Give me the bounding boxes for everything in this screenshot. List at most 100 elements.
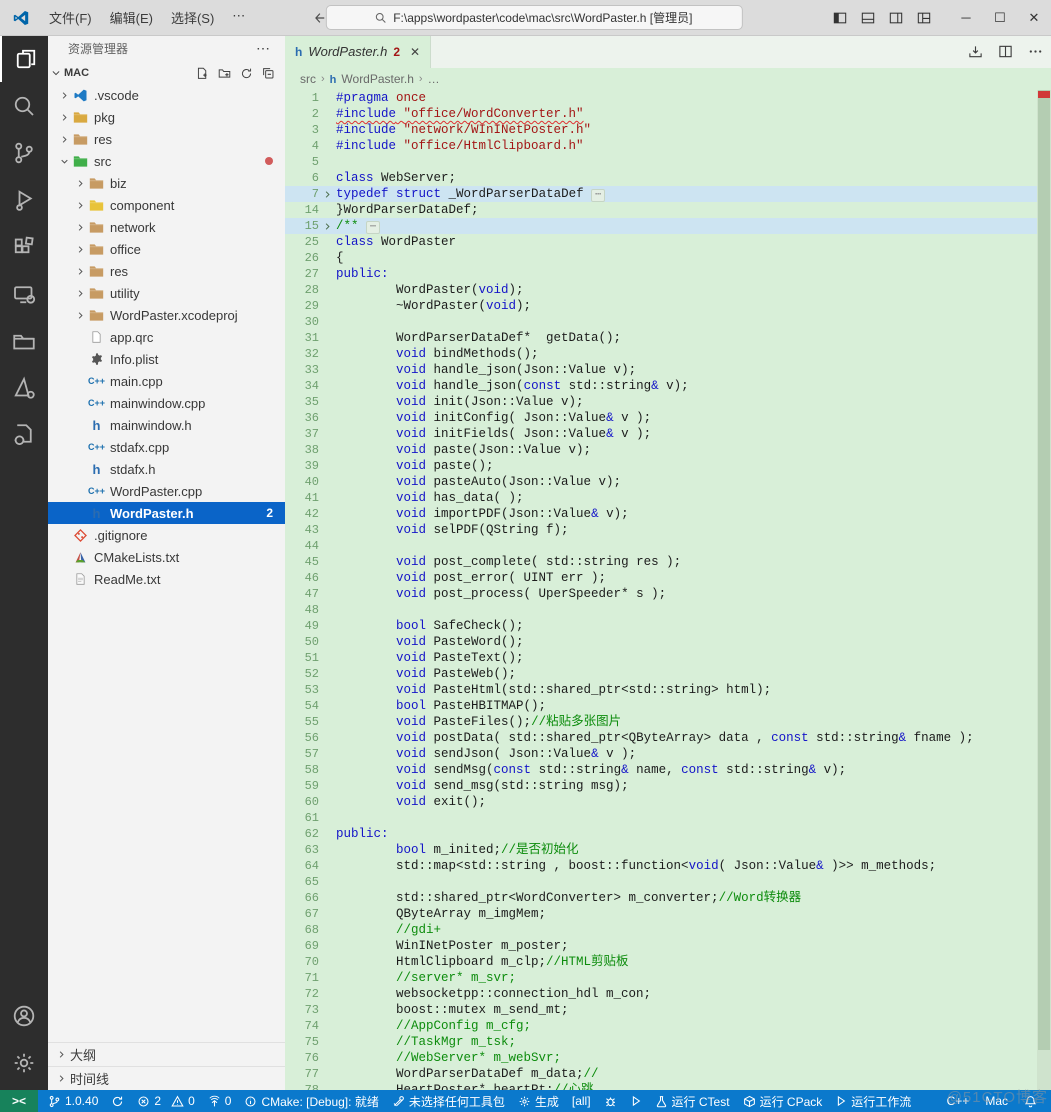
activity-explorer-icon[interactable] bbox=[0, 35, 50, 82]
status-cmake-status[interactable]: CMake: [Debug]: 就绪 bbox=[244, 1093, 378, 1110]
back-icon[interactable] bbox=[312, 11, 326, 25]
tree-item-biz[interactable]: biz bbox=[48, 172, 285, 194]
tree-item-mainwindow-h[interactable]: hmainwindow.h bbox=[48, 414, 285, 436]
breadcrumb[interactable]: src›hWordPaster.h›… bbox=[285, 68, 1037, 90]
new-file-icon[interactable] bbox=[196, 67, 209, 80]
activity-run-debug-icon[interactable] bbox=[0, 176, 48, 223]
code-editor[interactable]: 1#pragma once2#include "office/WordConve… bbox=[285, 90, 1037, 1090]
gear-dark-icon bbox=[88, 351, 105, 367]
fold-spacer bbox=[319, 842, 336, 858]
download-icon[interactable] bbox=[968, 44, 983, 59]
editor-scrollbar[interactable] bbox=[1037, 90, 1051, 1090]
code-text: bool m_inited;//是否初始化 bbox=[336, 842, 1037, 858]
tree-item-wordpaster-cpp[interactable]: C++WordPaster.cpp bbox=[48, 480, 285, 502]
fold-spacer bbox=[319, 826, 336, 842]
menu-item[interactable]: 选择(S) bbox=[162, 8, 223, 27]
fold-chevron-icon[interactable] bbox=[319, 218, 336, 234]
close-button[interactable]: ✕ bbox=[1017, 0, 1051, 35]
minimize-button[interactable]: ─ bbox=[949, 0, 983, 35]
command-center-search[interactable]: F:\apps\wordpaster\code\mac\src\WordPast… bbox=[325, 5, 742, 30]
activity-search-icon[interactable] bbox=[0, 82, 48, 129]
maximize-button[interactable]: ☐ bbox=[983, 0, 1017, 35]
new-folder-icon[interactable] bbox=[218, 67, 231, 80]
code-text: void exit(); bbox=[336, 794, 1037, 810]
status-ports[interactable]: 0 bbox=[208, 1094, 232, 1108]
activity-source-control-icon[interactable] bbox=[0, 129, 48, 176]
activity-extensions-icon[interactable] bbox=[0, 223, 48, 270]
status-ctest[interactable]: 运行 CTest bbox=[655, 1093, 730, 1110]
tab-problem-badge: 2 bbox=[393, 45, 400, 59]
status-sync[interactable] bbox=[111, 1095, 124, 1108]
tree-item-office[interactable]: office bbox=[48, 238, 285, 260]
menu-item[interactable]: 文件(F) bbox=[40, 8, 101, 27]
breadcrumb-item[interactable]: … bbox=[428, 72, 440, 86]
tree-item-mainwindow-cpp[interactable]: C++mainwindow.cpp bbox=[48, 392, 285, 414]
code-text: void PasteText(); bbox=[336, 650, 1037, 666]
tree-item-cmakelists-txt[interactable]: CMakeLists.txt bbox=[48, 546, 285, 568]
tree-item-wordpaster-xcodeproj[interactable]: WordPaster.xcodeproj bbox=[48, 304, 285, 326]
tree-item-res[interactable]: res bbox=[48, 128, 285, 150]
menu-item[interactable]: ⋯ bbox=[223, 8, 254, 27]
activity-accounts-icon[interactable] bbox=[0, 992, 48, 1039]
tab-close-icon[interactable]: ✕ bbox=[410, 45, 420, 59]
code-text: void selPDF(QString f); bbox=[336, 522, 1037, 538]
split-editor-icon[interactable] bbox=[998, 44, 1013, 59]
tree-item-utility[interactable]: utility bbox=[48, 282, 285, 304]
activity-settings-icon[interactable] bbox=[0, 1039, 48, 1086]
activity-remote-explorer-icon[interactable] bbox=[0, 270, 48, 317]
tree-item-wordpaster-h[interactable]: hWordPaster.h2 bbox=[48, 502, 285, 524]
tree-item-app-qrc[interactable]: app.qrc bbox=[48, 326, 285, 348]
line-number: 38 bbox=[285, 442, 319, 458]
explorer-more-icon[interactable]: ⋯ bbox=[256, 40, 271, 57]
status-kit[interactable]: 未选择任何工具包 bbox=[392, 1093, 505, 1110]
breadcrumb-item[interactable]: WordPaster.h bbox=[341, 72, 413, 86]
tree-item-network[interactable]: network bbox=[48, 216, 285, 238]
tab-wordpaster-h[interactable]: h WordPaster.h 2 ✕ bbox=[285, 35, 431, 68]
tree-item-main-cpp[interactable]: C++main.cpp bbox=[48, 370, 285, 392]
status-branch[interactable]: 1.0.40 bbox=[48, 1094, 98, 1108]
workspace-section-header[interactable]: MAC bbox=[48, 62, 285, 84]
status-workflow[interactable]: 运行工作流 bbox=[835, 1093, 911, 1110]
fold-chevron-icon[interactable] bbox=[319, 186, 336, 202]
tree-item-stdafx-cpp[interactable]: C++stdafx.cpp bbox=[48, 436, 285, 458]
status-build[interactable]: 生成 bbox=[518, 1093, 559, 1110]
panel-bottom-icon[interactable] bbox=[861, 11, 875, 25]
code-text bbox=[336, 810, 1037, 826]
scrollbar-thumb[interactable] bbox=[1038, 90, 1050, 1050]
status-build-target[interactable]: [all] bbox=[572, 1094, 591, 1108]
status-problems[interactable]: 20 bbox=[137, 1094, 194, 1108]
tree-item-pkg[interactable]: pkg bbox=[48, 106, 285, 128]
status-launch-btn[interactable] bbox=[630, 1095, 642, 1107]
status-cpack[interactable]: 运行 CPack bbox=[743, 1093, 823, 1110]
tree-item-readme-txt[interactable]: ReadMe.txt bbox=[48, 568, 285, 590]
breadcrumb-item[interactable]: src bbox=[300, 72, 316, 86]
panel-left-icon[interactable] bbox=[833, 11, 847, 25]
tree-item-info-plist[interactable]: Info.plist bbox=[48, 348, 285, 370]
activity-cmake-icon[interactable] bbox=[0, 364, 48, 411]
status-debug-btn[interactable] bbox=[604, 1095, 617, 1108]
activity-folder-view-icon[interactable] bbox=[0, 317, 48, 364]
more-icon[interactable] bbox=[1028, 44, 1043, 59]
refresh-icon[interactable] bbox=[240, 67, 253, 80]
line-number: 31 bbox=[285, 330, 319, 346]
remote-indicator[interactable]: >< bbox=[0, 1090, 38, 1112]
code-line: 50 void PasteWord(); bbox=[285, 634, 1037, 650]
tree-item-component[interactable]: component bbox=[48, 194, 285, 216]
tree-item--vscode[interactable]: .vscode bbox=[48, 84, 285, 106]
panel-时间线[interactable]: 时间线 bbox=[48, 1066, 285, 1090]
panel-大纲[interactable]: 大纲 bbox=[48, 1042, 285, 1066]
fold-spacer bbox=[319, 506, 336, 522]
tree-item-src[interactable]: src bbox=[48, 150, 285, 172]
layout-grid-icon[interactable] bbox=[917, 11, 931, 25]
panel-right-icon[interactable] bbox=[889, 11, 903, 25]
line-number: 55 bbox=[285, 714, 319, 730]
menu-item[interactable]: 编辑(E) bbox=[101, 8, 162, 27]
tree-item--gitignore[interactable]: .gitignore bbox=[48, 524, 285, 546]
activity-project-tools-icon[interactable] bbox=[0, 411, 48, 458]
tree-item-res[interactable]: res bbox=[48, 260, 285, 282]
tree-item-stdafx-h[interactable]: hstdafx.h bbox=[48, 458, 285, 480]
code-text: typedef struct _WordParserDataDef ⋯ bbox=[336, 186, 1037, 202]
code-line: 27public: bbox=[285, 266, 1037, 282]
code-text: void handle_json(const std::string& v); bbox=[336, 378, 1037, 394]
collapse-all-icon[interactable] bbox=[262, 67, 275, 80]
